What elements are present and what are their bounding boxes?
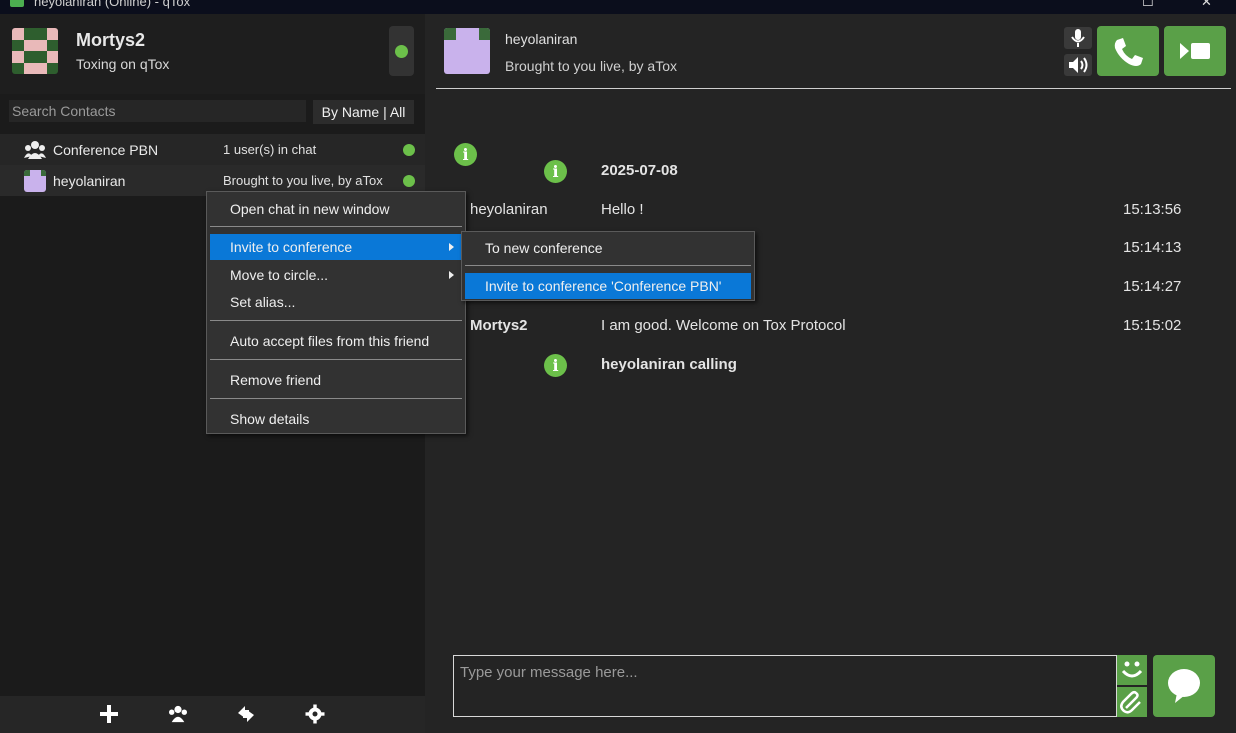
message-time: 15:15:02: [1123, 317, 1182, 334]
menu-item-auto-accept-files[interactable]: Auto accept files from this friend: [210, 328, 462, 354]
contact-avatar: [24, 170, 46, 192]
menu-item-move-to-circle[interactable]: Move to circle...: [210, 262, 462, 288]
create-conference-button[interactable]: [166, 702, 190, 726]
emoji-button[interactable]: [1117, 655, 1147, 685]
chat-contact-avatar: [444, 28, 490, 74]
video-call-button[interactable]: [1164, 26, 1226, 76]
message-text[interactable]: Hello !: [601, 201, 644, 218]
date-separator: 2025-07-08: [601, 162, 678, 179]
message-time: 15:13:56: [1123, 201, 1182, 218]
plus-icon: [100, 705, 118, 723]
submenu-arrow-icon: [449, 271, 454, 279]
contact-item-conference-pbn[interactable]: Conference PBN 1 user(s) in chat: [0, 134, 425, 165]
close-icon[interactable]: ✕: [1201, 0, 1212, 10]
menu-item-invite-conference-pbn[interactable]: Invite to conference 'Conference PBN': [465, 273, 751, 299]
message-text[interactable]: I am good. Welcome on Tox Protocol: [601, 317, 846, 334]
menu-item-set-alias[interactable]: Set alias...: [210, 289, 462, 315]
message-time: 15:14:27: [1123, 278, 1182, 295]
invite-conference-submenu: To new conference Invite to conference '…: [461, 231, 755, 301]
microphone-button[interactable]: [1064, 27, 1092, 49]
info-icon: i: [544, 354, 567, 377]
header-divider: [436, 88, 1231, 89]
message-time: 15:14:13: [1123, 239, 1182, 256]
group-icon: [169, 705, 187, 723]
info-icon: i: [544, 160, 567, 183]
info-icon: i: [454, 143, 477, 166]
profile-name[interactable]: Mortys2: [76, 30, 145, 51]
call-notice: heyolaniran calling: [601, 356, 737, 373]
online-status-icon: [403, 144, 415, 156]
speech-bubble-icon: [1168, 669, 1200, 703]
audio-call-button[interactable]: [1097, 26, 1159, 76]
contact-status-message: Brought to you live, by aTox: [223, 173, 383, 188]
message-input[interactable]: [453, 655, 1117, 717]
group-icon: [24, 141, 46, 159]
speaker-icon: [1069, 57, 1088, 73]
menu-item-invite-to-conference[interactable]: Invite to conference: [210, 234, 462, 260]
menu-separator: [465, 265, 751, 266]
transfer-arrows-icon: [238, 706, 254, 722]
menu-separator: [210, 359, 462, 360]
menu-separator: [210, 226, 462, 227]
chat-panel: heyolaniran Brought to you live, by aTox…: [425, 14, 1236, 733]
contact-context-menu: Open chat in new window Invite to confer…: [206, 191, 466, 434]
bottom-toolbar: [0, 696, 425, 733]
window-title: heyolaniran (Online) - qTox: [34, 0, 191, 9]
chat-contact-status: Brought to you live, by aTox: [505, 58, 677, 74]
my-avatar[interactable]: [12, 28, 58, 74]
attach-file-button[interactable]: [1117, 687, 1147, 717]
contact-status-message: 1 user(s) in chat: [223, 142, 317, 157]
contact-name: Conference PBN: [53, 142, 159, 158]
menu-item-open-chat-new-window[interactable]: Open chat in new window: [210, 196, 462, 222]
online-status-icon: [403, 175, 415, 187]
sort-filter-button[interactable]: By Name | All: [313, 100, 414, 124]
profile-status-message[interactable]: Toxing on qTox: [76, 56, 169, 72]
gear-icon: [305, 704, 325, 724]
microphone-icon: [1071, 29, 1085, 47]
submenu-arrow-icon: [449, 243, 454, 251]
send-message-button[interactable]: [1153, 655, 1215, 717]
menu-separator: [210, 398, 462, 399]
search-contacts-input[interactable]: [9, 100, 306, 122]
video-camera-icon: [1180, 43, 1210, 59]
chat-contact-name: heyolaniran: [505, 31, 578, 47]
speaker-button[interactable]: [1064, 54, 1092, 76]
settings-button[interactable]: [303, 702, 327, 726]
file-transfers-button[interactable]: [234, 702, 258, 726]
maximize-icon[interactable]: ☐: [1142, 0, 1154, 10]
menu-item-to-new-conference[interactable]: To new conference: [465, 235, 751, 261]
status-button[interactable]: [389, 26, 414, 76]
menu-item-show-details[interactable]: Show details: [210, 406, 462, 432]
menu-item-remove-friend[interactable]: Remove friend: [210, 367, 462, 393]
smiley-icon: [1121, 661, 1143, 678]
contact-name: heyolaniran: [53, 173, 126, 189]
app-icon: [10, 0, 24, 7]
message-author: heyolaniran: [470, 201, 548, 218]
online-status-icon: [395, 45, 408, 58]
menu-separator: [210, 320, 462, 321]
phone-icon: [1114, 38, 1143, 66]
profile-header: Mortys2 Toxing on qTox: [0, 14, 425, 94]
message-author: Mortys2: [470, 317, 528, 334]
paperclip-icon: [1120, 690, 1141, 714]
add-friend-button[interactable]: [97, 702, 121, 726]
window-titlebar: heyolaniran (Online) - qTox ☐ ✕: [0, 0, 1236, 14]
